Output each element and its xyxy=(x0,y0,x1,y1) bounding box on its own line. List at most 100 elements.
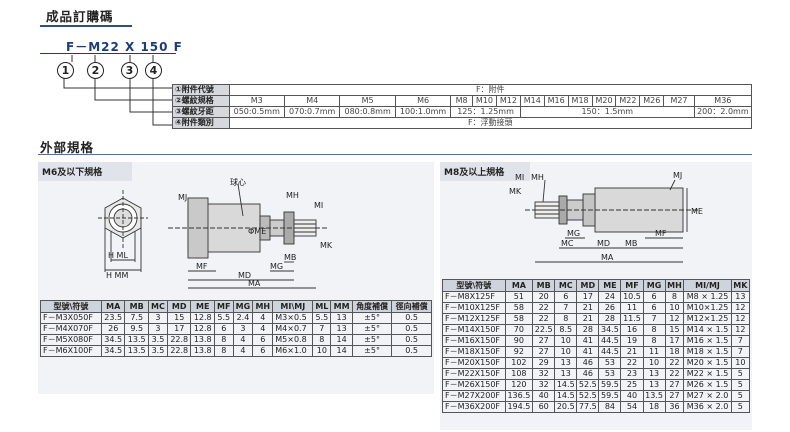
cell: 3.5 xyxy=(147,345,168,357)
code-cell: M16 xyxy=(543,95,569,107)
cell: 8 xyxy=(312,334,332,346)
cell: 11.5 xyxy=(620,313,644,325)
label-ball: 球心 xyxy=(230,177,246,187)
code-cell: M14 xyxy=(519,95,545,107)
table-header-row: 型號\符號 MA MB MC MD ME MF MG MH MI/MJ MK xyxy=(442,279,751,292)
cell: 70 xyxy=(504,324,534,336)
code-circle-3: 3 xyxy=(121,62,138,79)
cell: 27 xyxy=(532,346,556,358)
cell: 17 xyxy=(664,335,685,347)
cell: 136.5 xyxy=(504,390,534,402)
cell: 13 xyxy=(730,291,751,303)
col-header: MM xyxy=(330,300,353,313)
col-header: ME xyxy=(598,279,622,292)
cell: 12 xyxy=(664,313,685,325)
cell: 13.5 xyxy=(124,334,149,346)
cell: 9.5 xyxy=(124,323,149,335)
cell: 3 xyxy=(147,312,168,324)
code-row-thread-pitch: ③螺紋牙距 050:0.5mm 070:0.7mm 080:0.8mm 100:… xyxy=(172,106,753,118)
col-header: 型號\符號 xyxy=(442,279,506,292)
table-row: F－M10X125F 58 22 7 21 26 11 6 10 M10×1.25 12 xyxy=(442,302,751,314)
label-hml: H ML xyxy=(108,251,128,260)
cell: 22 xyxy=(532,302,556,314)
code-cell: M22 xyxy=(615,95,641,107)
table-row: F－M26X150F 120 32 14.5 52.5 59.5 25 13 27 M26 × 1… xyxy=(442,379,751,391)
cell: 15 xyxy=(166,312,192,324)
table-row: F－M22X150F 108 32 13 46 53 23 13 22 M22 × 1.5 5 xyxy=(442,368,751,380)
cell: 10 xyxy=(642,357,666,369)
cell: 5 xyxy=(730,390,751,402)
cell: 40 xyxy=(532,390,556,402)
cell: 6 xyxy=(642,291,666,303)
col-header: MB xyxy=(124,300,149,313)
page-title: 成品訂購碼 xyxy=(46,9,114,24)
label-mb: MB xyxy=(625,239,637,248)
cell: 58 xyxy=(504,313,534,325)
table-row: F－M20X150F 102 29 13 46 53 22 10 22 M20 × 1.5 10 xyxy=(442,357,751,369)
cell: 7 xyxy=(730,335,751,347)
cell: 3.5 xyxy=(147,334,168,346)
cell: M26 × 1.5 xyxy=(683,379,732,391)
code-row-label: ④附件類別 xyxy=(172,117,230,129)
cell: M27 × 2.0 xyxy=(683,390,732,402)
table-header-row: 型號\符號 MA MB MC MD ME MF MG MH MI\MJ ML M… xyxy=(40,300,432,313)
table-row: F－M12X125F 58 22 8 21 28 11.5 7 12 M12×1.25 12 xyxy=(442,313,751,325)
cell: 53 xyxy=(598,357,622,369)
col-header: MG xyxy=(642,279,666,292)
label-md: MD xyxy=(597,239,610,248)
cell: 13 xyxy=(554,357,578,369)
cell: 22 xyxy=(620,357,644,369)
cell: 10 xyxy=(664,302,685,314)
cell: 4 xyxy=(232,334,254,346)
cell: M10×1.25 xyxy=(683,302,732,314)
cell: 22.5 xyxy=(532,324,556,336)
small-spec-table: 型號\符號 MA MB MC MD ME MF MG MH MI\MJ ML M… xyxy=(40,300,432,357)
label-ma: MA xyxy=(248,279,261,288)
label-mi: MI xyxy=(515,173,524,182)
cell: 26 xyxy=(100,323,126,335)
code-cell: 200：2.0mm xyxy=(693,106,753,118)
code-cell: 080:0.8mm xyxy=(339,106,396,118)
cell: 10.5 xyxy=(620,291,644,303)
col-header: MI\MJ xyxy=(272,300,314,313)
cell: 11 xyxy=(642,346,666,358)
cell: 52.5 xyxy=(576,379,600,391)
cell: 18 xyxy=(642,401,666,413)
table-row: F－M14X150F 70 22.5 8.5 28 34.5 16 8 15 M14 × 1.5 1… xyxy=(442,324,751,336)
code-circle-2: 2 xyxy=(87,62,104,79)
code-circle-1: 1 xyxy=(57,62,74,79)
cell: F－M22X150F xyxy=(442,368,506,380)
col-header: MB xyxy=(532,279,556,292)
cell: 5 xyxy=(730,379,751,391)
label-ma: MA xyxy=(601,253,614,262)
cell: 8 xyxy=(642,324,666,336)
cell: 0.5 xyxy=(391,334,432,346)
cell: 52.5 xyxy=(576,390,600,402)
cell: M5×0.8 xyxy=(272,334,314,346)
cell: 120 xyxy=(504,379,534,391)
cell: F－M5X080F xyxy=(40,334,102,346)
cell: F－M27X200F xyxy=(442,390,506,402)
cell: M4×0.7 xyxy=(272,323,314,335)
cell: 13.5 xyxy=(124,345,149,357)
cell: M20 × 1.5 xyxy=(683,357,732,369)
col-header: MH xyxy=(664,279,685,292)
code-cell: M10 xyxy=(472,95,497,107)
code-row-thread-size: ②螺紋規格 M3 M4 M5 M6 M8 M10 M12 M14 M16 M18… xyxy=(172,95,753,107)
cell: 16 xyxy=(620,324,644,336)
cell: 77.5 xyxy=(576,401,600,413)
cell: 3 xyxy=(147,323,168,335)
code-cell: M27 xyxy=(663,95,695,107)
cell: 194.5 xyxy=(504,401,534,413)
cell: F－M36X200F xyxy=(442,401,506,413)
cell: 32 xyxy=(532,368,556,380)
cell: 0.5 xyxy=(391,345,432,357)
code-cell: F：浮動接頭 xyxy=(228,117,753,129)
cell: 24 xyxy=(598,291,622,303)
cell: 27 xyxy=(664,390,685,402)
cell: 21 xyxy=(576,313,600,325)
cell: 4 xyxy=(252,323,274,335)
table-row: F－M36X200F 194.5 60 20.5 77.5 84 54 18 36 M36 × 2… xyxy=(442,401,751,413)
label-mb: MB xyxy=(284,253,296,262)
cell: 17 xyxy=(166,323,192,335)
